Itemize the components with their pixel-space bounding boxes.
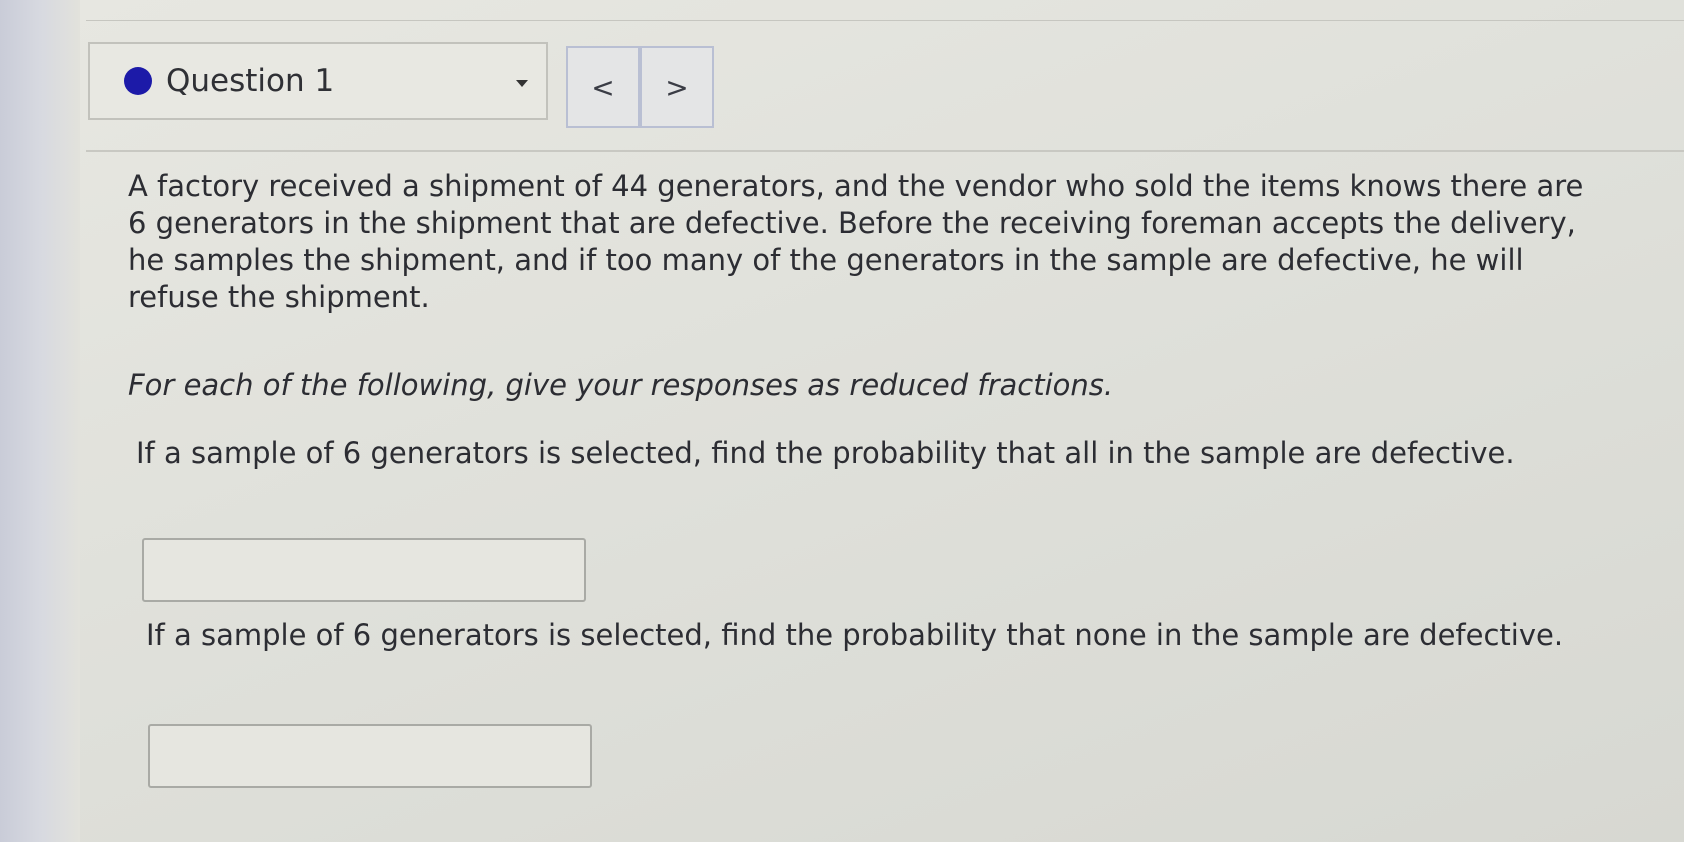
answer-instructions: For each of the following, give your res… [128, 368, 1114, 402]
previous-question-button[interactable]: < [566, 46, 640, 128]
caret-down-icon [516, 80, 528, 87]
part-1-answer-input[interactable] [142, 538, 586, 602]
left-margin-strip [0, 0, 80, 842]
top-divider [86, 20, 1684, 21]
part-2-prompt: If a sample of 6 generators is selected,… [146, 618, 1564, 652]
chevron-right-icon: > [665, 70, 689, 104]
next-question-button[interactable]: > [640, 46, 714, 128]
question-status-dot-icon [124, 67, 152, 95]
problem-statement: A factory received a shipment of 44 gene… [128, 169, 1584, 314]
part-1-prompt: If a sample of 6 generators is selected,… [136, 436, 1515, 470]
question-content: A factory received a shipment of 44 gene… [128, 168, 1628, 788]
question-navigation-bar: Question 1 < > [86, 36, 1684, 152]
chevron-left-icon: < [591, 70, 615, 104]
part-2-answer-input[interactable] [148, 724, 592, 788]
question-label: Question 1 [166, 63, 335, 99]
question-select-dropdown[interactable]: Question 1 [88, 42, 548, 120]
navigation-divider [86, 150, 1684, 152]
